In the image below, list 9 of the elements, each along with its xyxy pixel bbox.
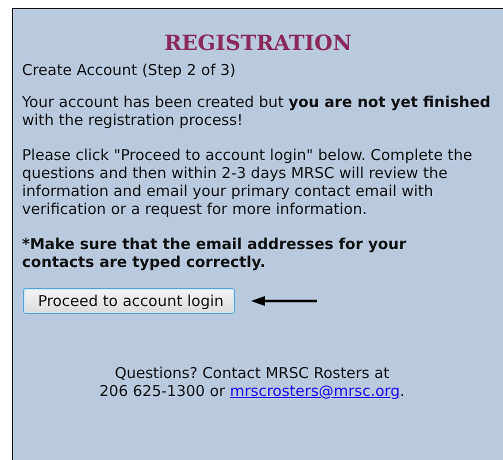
contact-text: Questions? Contact MRSC Rosters at 206 625-1300 or mrscrosters@mrsc.org. [98,364,406,400]
proceed-button[interactable]: Proceed to account login [23,288,235,314]
notice-text: *Make sure that the email addresses for your contacts are typed correctly. [22,235,408,271]
info-paragraph: Please click "Proceed to account login" below. Complete the questions and then within 2-3 days MRSC will review the information and email your primary contact email with verification or a request for more information. [22,146,474,218]
step-text: Create Account (Step 2 of 3) [22,61,237,79]
info-paragraph: Your account has been created but you are not yet finished with the registration process! [22,93,492,129]
arrow-icon [250,296,317,306]
email-link[interactable]: mrscrosters@mrsc.org [230,382,400,400]
page-title: REGISTRATION [163,29,353,57]
